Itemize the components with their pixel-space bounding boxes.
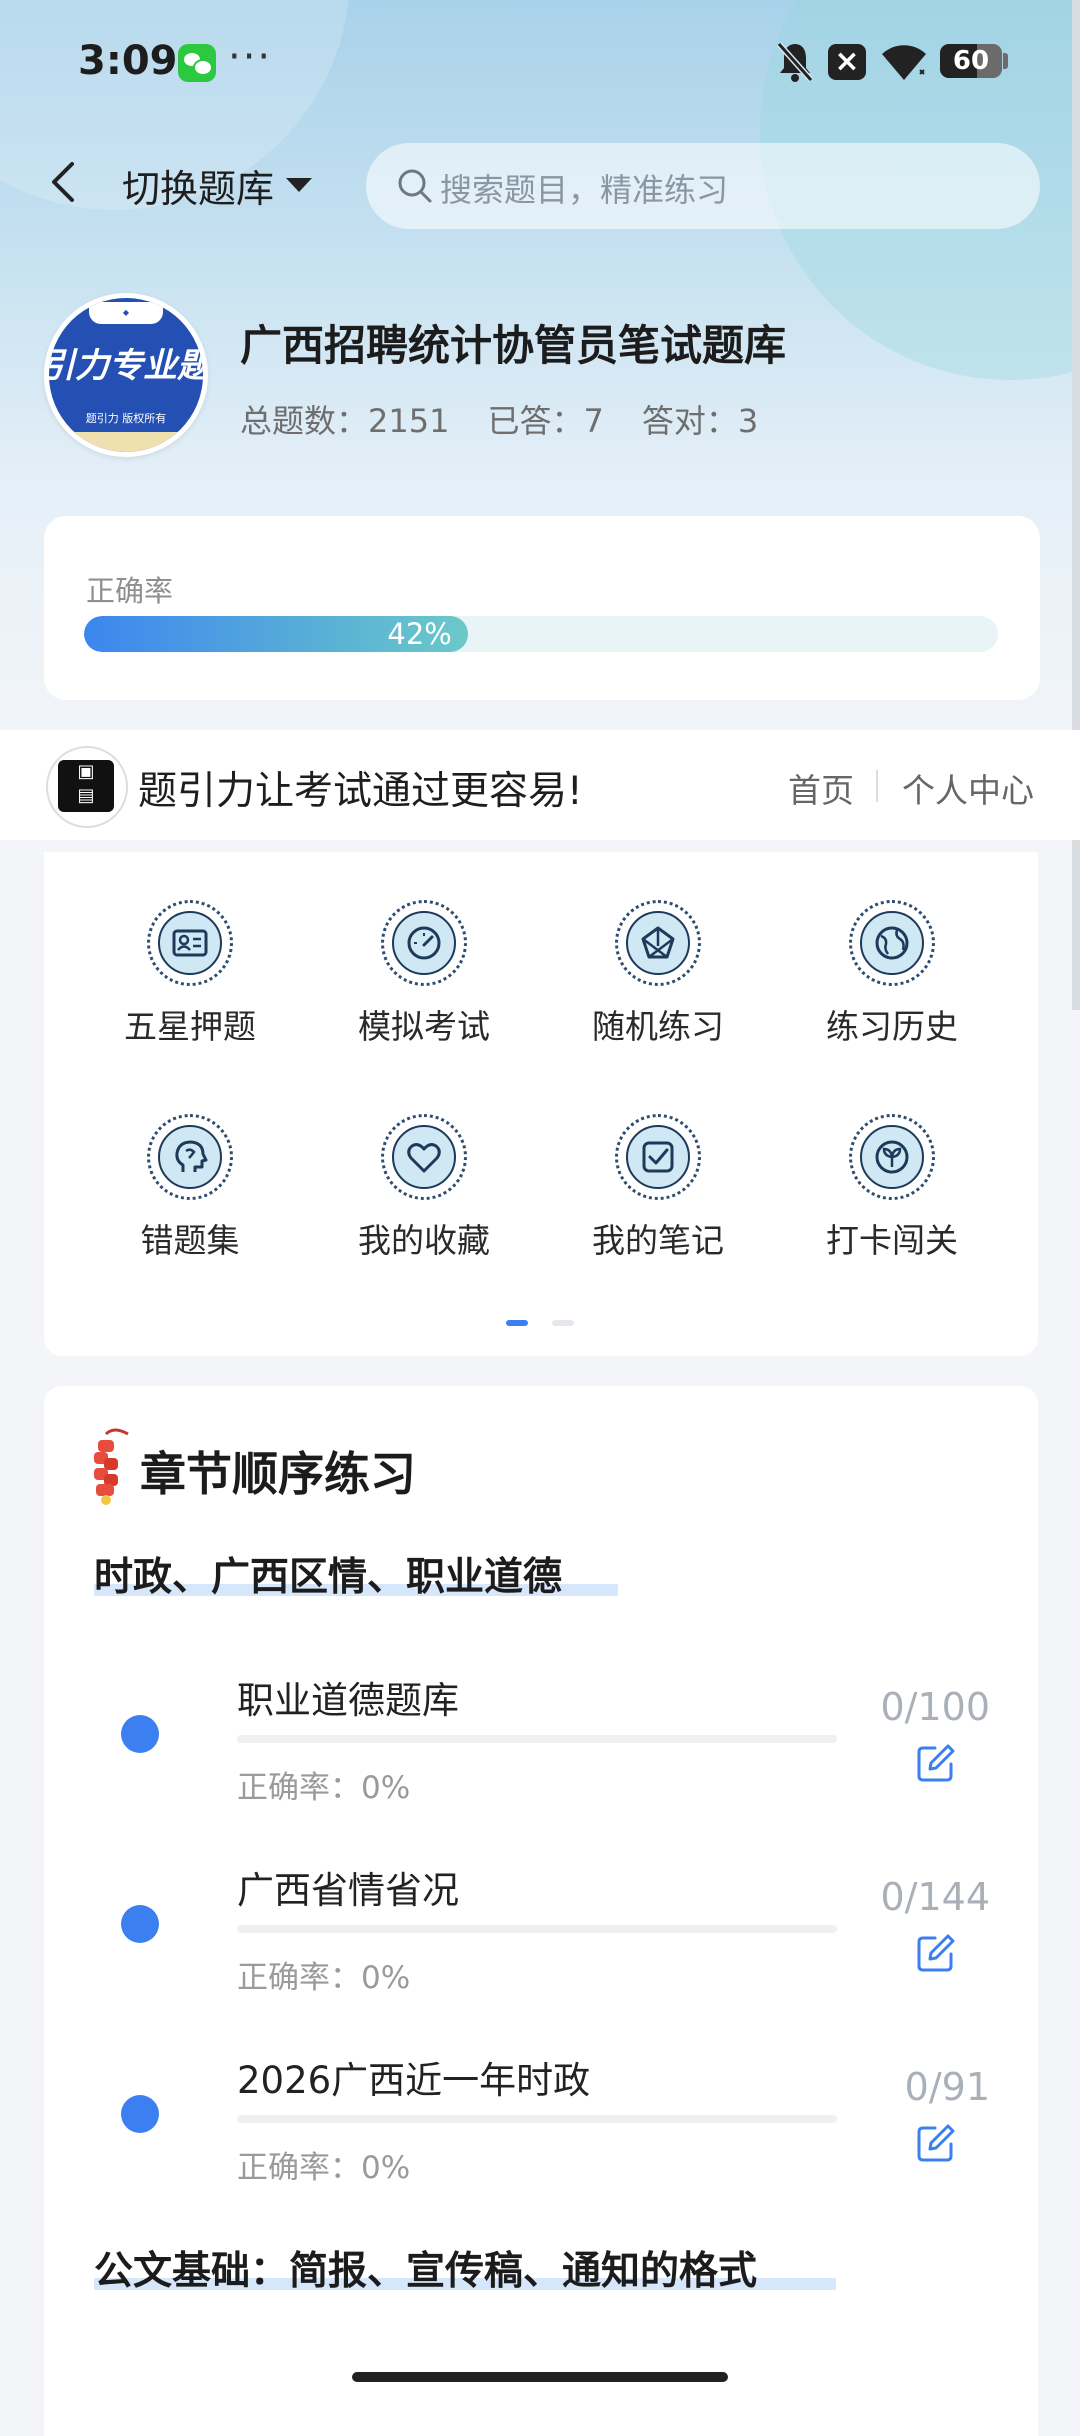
feature-label: 练习历史 bbox=[826, 1007, 958, 1046]
globe-icon bbox=[875, 926, 909, 960]
battery-icon: 60 bbox=[940, 44, 1002, 78]
logo-subtext: 题引力 版权所有 bbox=[85, 412, 167, 425]
feature-label: 打卡闯关 bbox=[826, 1221, 958, 1260]
search-input[interactable]: 搜索题目，精准练习 bbox=[366, 143, 1040, 229]
feature-label: 随机练习 bbox=[592, 1007, 724, 1046]
chapter-count: 0/144 bbox=[880, 1875, 990, 1919]
scrollbar[interactable] bbox=[1072, 0, 1080, 1010]
home-indicator[interactable] bbox=[352, 2372, 728, 2382]
chapter-name: 2026广西近一年时政 bbox=[237, 2059, 591, 2102]
head-icon bbox=[175, 1140, 208, 1172]
chapter-progress-bar bbox=[237, 2115, 837, 2123]
home-link[interactable]: 首页 bbox=[788, 764, 854, 812]
feature-notes[interactable]: 我的笔记 bbox=[558, 1114, 758, 1262]
user-center-link[interactable]: 个人中心 bbox=[902, 764, 1034, 812]
feature-five-star[interactable]: 五星押题 bbox=[90, 900, 290, 1048]
chapter-count: 0/100 bbox=[880, 1685, 990, 1729]
feature-label: 五星押题 bbox=[124, 1007, 256, 1046]
chapter-accuracy: 正确率：0% bbox=[237, 1960, 411, 1996]
feature-check-in[interactable]: 打卡闯关 bbox=[792, 1114, 992, 1262]
battery-level: 60 bbox=[952, 46, 990, 76]
promo-banner: ▣ ▤ 题引力让考试通过更容易! 首页 个人中心 bbox=[0, 730, 1080, 840]
sprout-icon bbox=[875, 1140, 909, 1174]
pager-dot-active[interactable] bbox=[506, 1320, 528, 1326]
feature-random-practice[interactable]: 随机练习 bbox=[558, 900, 758, 1048]
chapter-progress-bar bbox=[237, 1925, 837, 1933]
edit-icon[interactable] bbox=[915, 1932, 957, 1974]
chapter-name: 职业道德题库 bbox=[237, 1679, 459, 1722]
chapter-accuracy: 正确率：0% bbox=[237, 2150, 411, 2186]
firecracker-icon bbox=[94, 1428, 129, 1505]
answered-count: 已答：7 bbox=[487, 402, 604, 440]
wifi-icon bbox=[882, 45, 926, 80]
wechat-icon bbox=[178, 44, 216, 82]
chapter-accuracy: 正确率：0% bbox=[237, 1770, 411, 1806]
feature-grid: 五星押题 模拟考试 随机练习 练习历史 错题集 我的收藏 我的笔记 打卡闯关 bbox=[44, 852, 1038, 1356]
chapter-status-dot bbox=[121, 1905, 159, 1943]
edit-icon[interactable] bbox=[915, 1742, 957, 1784]
pager-dot[interactable] bbox=[552, 1320, 574, 1326]
back-arrow-icon[interactable] bbox=[48, 160, 78, 204]
chapter-group-title: 公文基础：简报、宣传稿、通知的格式 bbox=[94, 2249, 758, 2294]
feature-wrong-answers[interactable]: 错题集 bbox=[90, 1114, 290, 1262]
brand-logo: ▣ ▤ bbox=[46, 746, 128, 828]
search-placeholder: 搜索题目，精准练习 bbox=[440, 171, 729, 209]
chapter-count: 0/91 bbox=[904, 2065, 990, 2109]
id-card-icon bbox=[172, 929, 208, 957]
chapter-name: 广西省情省况 bbox=[237, 1869, 459, 1912]
accuracy-progress-fill: 42% bbox=[84, 616, 468, 652]
feature-favorites[interactable]: 我的收藏 bbox=[324, 1114, 524, 1262]
accuracy-card: 正确率 42% bbox=[44, 516, 1040, 700]
note-check-icon bbox=[642, 1141, 674, 1173]
logo-text: 引力专业题 bbox=[49, 346, 203, 386]
feature-label: 我的笔记 bbox=[592, 1221, 724, 1260]
feature-mock-exam[interactable]: 模拟考试 bbox=[324, 900, 524, 1048]
accuracy-progress-bar: 42% bbox=[84, 616, 998, 652]
bank-title: 广西招聘统计协管员笔试题库 bbox=[240, 321, 787, 370]
feature-label: 模拟考试 bbox=[358, 1007, 490, 1046]
chapter-status-dot bbox=[121, 2095, 159, 2133]
accuracy-value: 42% bbox=[387, 617, 452, 651]
logo-badge: ◆ bbox=[89, 302, 163, 324]
banner-slogan: 题引力让考试通过更容易! bbox=[138, 769, 583, 814]
battery-tip bbox=[1003, 53, 1008, 69]
silent-bell-icon bbox=[776, 42, 814, 82]
bank-logo: ◆ 引力专业题 题引力 版权所有 bbox=[44, 293, 208, 457]
network-icon bbox=[641, 926, 675, 959]
accuracy-label: 正确率 bbox=[86, 574, 174, 608]
feature-history[interactable]: 练习历史 bbox=[792, 900, 992, 1048]
chapter-section-title: 章节顺序练习 bbox=[140, 1447, 416, 1501]
caret-down-icon[interactable] bbox=[286, 178, 312, 192]
bank-stats: 总题数：2151 已答：7 答对：3 bbox=[240, 396, 796, 442]
more-notifications-icon: ··· bbox=[228, 34, 273, 80]
gauge-icon bbox=[407, 926, 441, 960]
close-notification-icon: × bbox=[828, 44, 866, 80]
edit-icon[interactable] bbox=[915, 2122, 957, 2164]
total-count: 总题数：2151 bbox=[240, 402, 450, 440]
feature-label: 错题集 bbox=[140, 1221, 240, 1260]
chapter-group-title: 时政、广西区情、职业道德 bbox=[94, 1555, 563, 1600]
divider bbox=[876, 770, 878, 802]
correct-count: 答对：3 bbox=[641, 402, 759, 440]
switch-bank-button[interactable]: 切换题库 bbox=[122, 158, 274, 213]
heart-icon bbox=[407, 1143, 441, 1173]
search-icon bbox=[398, 169, 432, 203]
status-time: 3:09 bbox=[78, 38, 178, 84]
chapter-status-dot bbox=[121, 1715, 159, 1753]
chapter-progress-bar bbox=[237, 1735, 837, 1743]
feature-label: 我的收藏 bbox=[358, 1221, 490, 1260]
